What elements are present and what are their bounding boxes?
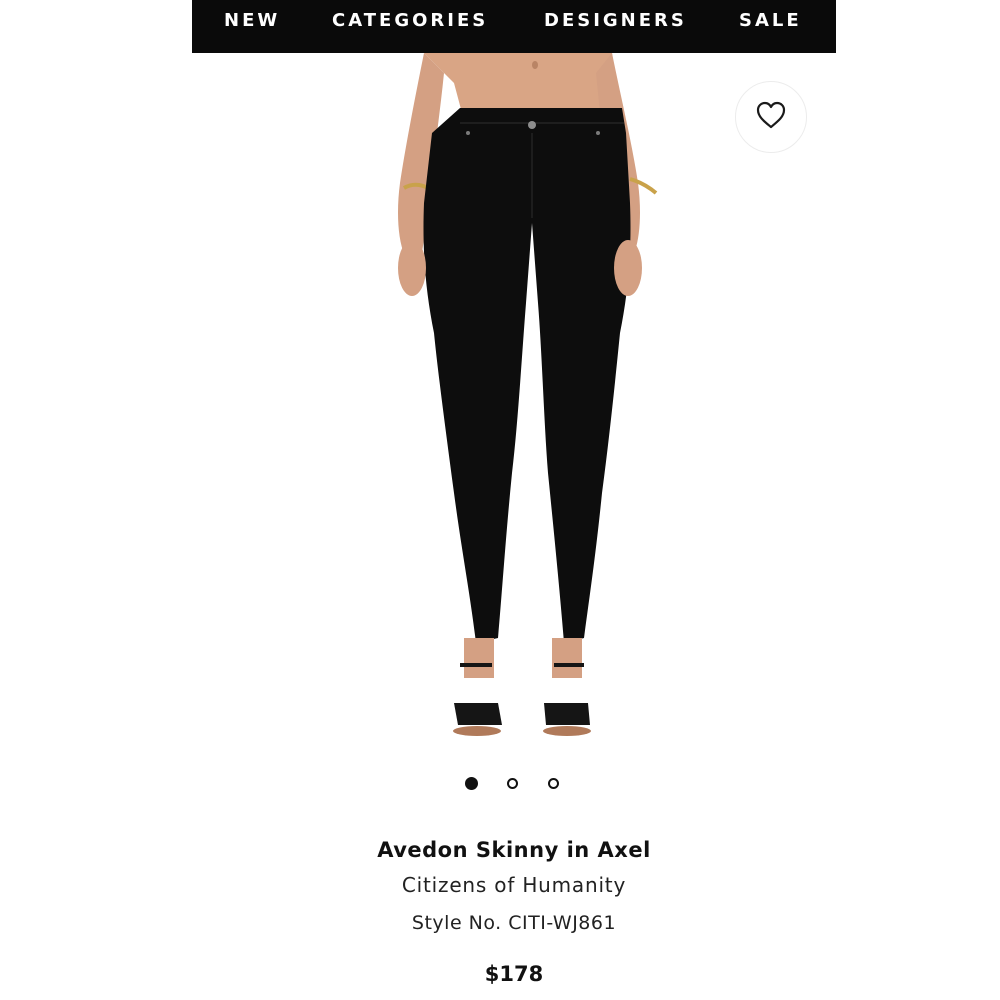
product-page: NEW CATEGORIES DESIGNERS SALE Avedon Ski… [0, 0, 1000, 1000]
top-nav-bar: NEW CATEGORIES DESIGNERS SALE [192, 0, 836, 53]
product-image[interactable] [192, 53, 836, 753]
carousel-dot-3[interactable] [548, 778, 559, 789]
carousel-dot-2[interactable] [507, 778, 518, 789]
nav-item-categories[interactable]: CATEGORIES [332, 0, 488, 42]
nav-item-new[interactable]: NEW [224, 0, 280, 42]
designer-link[interactable]: Citizens of Humanity [192, 873, 836, 897]
nav-item-designers[interactable]: DESIGNERS [544, 0, 687, 42]
style-number: Style No. CITI-WJ861 [411, 912, 617, 934]
heart-icon [755, 100, 787, 134]
product-price: $178 [484, 962, 544, 986]
carousel-dots [465, 777, 565, 792]
product-name: Avedon Skinny in Axel [377, 838, 651, 862]
wishlist-button[interactable] [735, 81, 807, 153]
carousel-dot-1[interactable] [465, 777, 478, 790]
nav-item-sale[interactable]: SALE [739, 0, 802, 42]
